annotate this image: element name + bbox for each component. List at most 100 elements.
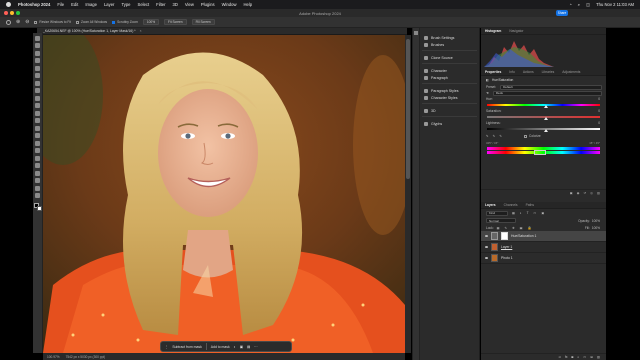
- previous-state-icon[interactable]: ◉: [577, 191, 580, 195]
- eraser-tool-icon[interactable]: [35, 118, 40, 123]
- group-icon[interactable]: ▭: [583, 355, 586, 359]
- tab-navigator[interactable]: Navigator: [509, 29, 523, 33]
- zoom-tool-icon[interactable]: [6, 19, 11, 25]
- tab-actions[interactable]: Actions: [523, 70, 534, 74]
- clock[interactable]: Thu Nov 2 11:03 AM: [596, 2, 634, 7]
- lightness-slider[interactable]: [487, 126, 600, 132]
- brush-tool-icon[interactable]: [35, 95, 40, 101]
- eye-icon[interactable]: [485, 235, 488, 237]
- zoom-level[interactable]: 100.97%: [47, 355, 60, 359]
- color-range-bar-bottom[interactable]: [487, 150, 600, 155]
- close-window-button[interactable]: [4, 11, 8, 15]
- control-center-icon[interactable]: ◫: [586, 2, 590, 7]
- document-tab[interactable]: _KA20654.NEF @ 100% (Hue/Saturation 1, L…: [37, 28, 407, 35]
- eyedropper-icon[interactable]: ✎: [486, 134, 489, 138]
- scrubby-zoom-checkbox[interactable]: Scrubby Zoom: [112, 20, 138, 24]
- zoom-tool-icon[interactable]: [35, 185, 40, 191]
- hue-value[interactable]: 0: [598, 97, 600, 101]
- menu-image[interactable]: Image: [85, 2, 97, 7]
- move-tool-icon[interactable]: [35, 35, 40, 41]
- menu-view[interactable]: View: [185, 2, 194, 7]
- preset-select[interactable]: Default: [500, 84, 602, 90]
- reset-icon[interactable]: ↺: [584, 191, 587, 195]
- saturation-value[interactable]: 0: [598, 109, 600, 113]
- zoom-100-button[interactable]: 100%: [142, 19, 160, 25]
- tab-adjustments[interactable]: Adjustments: [562, 70, 580, 74]
- tab-histogram[interactable]: Histogram: [485, 29, 501, 33]
- link-layers-icon[interactable]: ∞: [559, 355, 561, 359]
- document-canvas[interactable]: [43, 35, 405, 353]
- pen-tool-icon[interactable]: [35, 148, 40, 153]
- add-to-mask-button[interactable]: Add to mask: [211, 345, 230, 349]
- add-mask-icon[interactable]: ◙: [571, 355, 573, 359]
- lightness-slider-knob[interactable]: [543, 129, 548, 132]
- fill-mask-icon[interactable]: ▤: [247, 345, 250, 349]
- eyedropper-minus-icon[interactable]: ✎: [499, 134, 502, 138]
- vertical-scrollbar[interactable]: [405, 35, 411, 353]
- app-menu[interactable]: Photoshop 2024: [18, 2, 50, 7]
- color-swatches[interactable]: [33, 202, 43, 212]
- more-options-icon[interactable]: ⋯: [254, 345, 257, 349]
- fill-value[interactable]: 100%: [592, 226, 600, 230]
- history-brush-tool-icon[interactable]: [35, 110, 40, 116]
- document-info[interactable]: 7542 px x 5030 px (300 ppi): [66, 355, 106, 359]
- layer-name[interactable]: Layer 1: [501, 245, 512, 249]
- panel-clone-source[interactable]: Clone Source: [420, 54, 479, 61]
- menu-plugins[interactable]: Plugins: [201, 2, 215, 7]
- tab-paths[interactable]: Paths: [526, 203, 534, 207]
- mask-thumbnail[interactable]: [501, 232, 508, 240]
- apple-icon[interactable]: [6, 2, 11, 7]
- type-tool-icon[interactable]: [35, 155, 40, 161]
- adjustment-layer-icon[interactable]: ◐: [577, 355, 579, 359]
- quick-select-tool-icon[interactable]: [35, 58, 40, 63]
- saturation-slider[interactable]: [487, 114, 600, 120]
- menu-file[interactable]: File: [57, 2, 64, 7]
- panel-3d[interactable]: 3D: [420, 107, 479, 114]
- clip-to-layer-icon[interactable]: ▣: [570, 191, 573, 195]
- share-button[interactable]: Share: [556, 10, 568, 16]
- gradient-tool-icon[interactable]: [35, 125, 40, 131]
- panel-paragraph-styles[interactable]: Paragraph Styles: [420, 87, 479, 94]
- zoom-all-windows-checkbox[interactable]: Zoom All Windows: [75, 20, 107, 24]
- wifi-icon[interactable]: ◔: [569, 2, 572, 7]
- zoom-window-button[interactable]: [16, 11, 20, 15]
- layer-name[interactable]: Photo 1: [501, 256, 513, 260]
- healing-brush-tool-icon[interactable]: [35, 88, 40, 93]
- delete-layer-icon[interactable]: ▥: [597, 355, 600, 359]
- menu-3d[interactable]: 3D: [172, 2, 177, 7]
- new-layer-icon[interactable]: ⊞: [590, 355, 593, 359]
- menu-select[interactable]: Select: [138, 2, 150, 7]
- fit-screen-button[interactable]: Fit Screen: [164, 19, 187, 25]
- panel-character-styles[interactable]: Character Styles: [420, 94, 479, 101]
- menu-edit[interactable]: Edit: [71, 2, 78, 7]
- zoom-in-icon[interactable]: ⊕: [16, 19, 20, 25]
- dodge-tool-icon[interactable]: [35, 140, 40, 146]
- tab-channels[interactable]: Channels: [504, 203, 518, 207]
- hand-tool-icon[interactable]: [35, 178, 40, 183]
- search-icon[interactable]: ⌕: [578, 2, 580, 7]
- fill-screen-button[interactable]: Fill Screen: [191, 19, 215, 25]
- marquee-tool-icon[interactable]: [35, 43, 40, 48]
- crop-tool-icon[interactable]: [35, 65, 40, 71]
- opacity-value[interactable]: 100%: [592, 219, 600, 223]
- task-bar-handle-icon[interactable]: ⋮: [165, 345, 168, 349]
- mask-settings-icon[interactable]: ▣: [240, 345, 243, 349]
- panel-paragraph[interactable]: Paragraph: [420, 74, 479, 81]
- layer-name[interactable]: Hue/Saturation 1: [511, 234, 536, 238]
- hand-target-icon[interactable]: ☚: [486, 91, 489, 95]
- layer-kind-filter[interactable]: Kind: [486, 210, 508, 216]
- zoom-out-icon[interactable]: ⊖: [25, 19, 29, 25]
- tab-libraries[interactable]: Libraries: [542, 70, 555, 74]
- subtract-from-mask-button[interactable]: Subtract from mask: [172, 345, 201, 349]
- close-tab-icon[interactable]: ×: [140, 29, 142, 33]
- layer-row[interactable]: Photo 1: [481, 253, 606, 264]
- panel-brush-settings[interactable]: Brush Settings: [420, 34, 479, 41]
- resize-windows-checkbox[interactable]: Resize Windows to Fit: [34, 20, 71, 24]
- menu-type[interactable]: Type: [121, 2, 130, 7]
- panel-character[interactable]: Character: [420, 67, 479, 74]
- menu-window[interactable]: Window: [222, 2, 237, 7]
- blend-mode-select[interactable]: Normal: [486, 218, 516, 223]
- lasso-tool-icon[interactable]: [35, 50, 40, 56]
- saturation-slider-knob[interactable]: [543, 117, 548, 120]
- eyedropper-tool-icon[interactable]: [35, 80, 40, 86]
